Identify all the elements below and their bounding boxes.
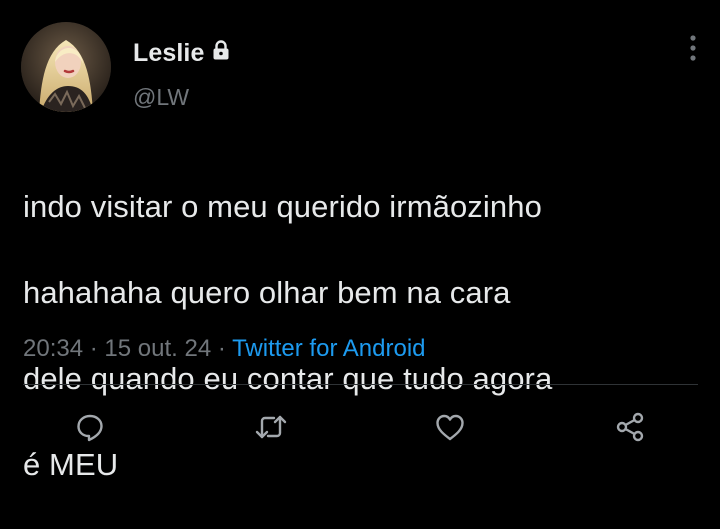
meta-separator: · xyxy=(89,335,105,362)
more-vertical-icon[interactable] xyxy=(684,32,702,64)
share-button[interactable] xyxy=(605,402,655,452)
tweet-source-link[interactable]: Twitter for Android xyxy=(232,335,425,362)
tweet-actions xyxy=(0,402,720,452)
author-handle[interactable]: @LW xyxy=(133,84,189,111)
avatar[interactable] xyxy=(21,22,111,112)
tweet-detail: Leslie @LW indo visitar o meu querido ir… xyxy=(0,0,720,482)
retweet-button[interactable] xyxy=(246,402,296,452)
reply-icon xyxy=(77,414,103,442)
heart-icon xyxy=(436,414,464,441)
meta-separator: · xyxy=(217,335,233,362)
tweet-text-line: hahahaha quero olhar bem na cara xyxy=(23,275,511,310)
divider xyxy=(23,384,698,385)
like-button[interactable] xyxy=(425,402,475,452)
share-icon xyxy=(616,412,644,442)
profile-photo xyxy=(21,22,111,112)
lock-icon xyxy=(210,39,232,61)
tweet-text-line: indo visitar o meu querido irmãozinho xyxy=(23,189,542,224)
reply-button[interactable] xyxy=(65,402,115,452)
retweet-icon xyxy=(255,415,287,439)
tweet-time[interactable]: 20:34 xyxy=(23,335,83,362)
tweet-date[interactable]: 15 out. 24 xyxy=(104,335,211,362)
author-name-row: Leslie xyxy=(133,38,232,68)
tweet-meta: 20:34 · 15 out. 24 · Twitter for Android xyxy=(23,333,426,365)
display-name[interactable]: Leslie xyxy=(133,39,204,68)
